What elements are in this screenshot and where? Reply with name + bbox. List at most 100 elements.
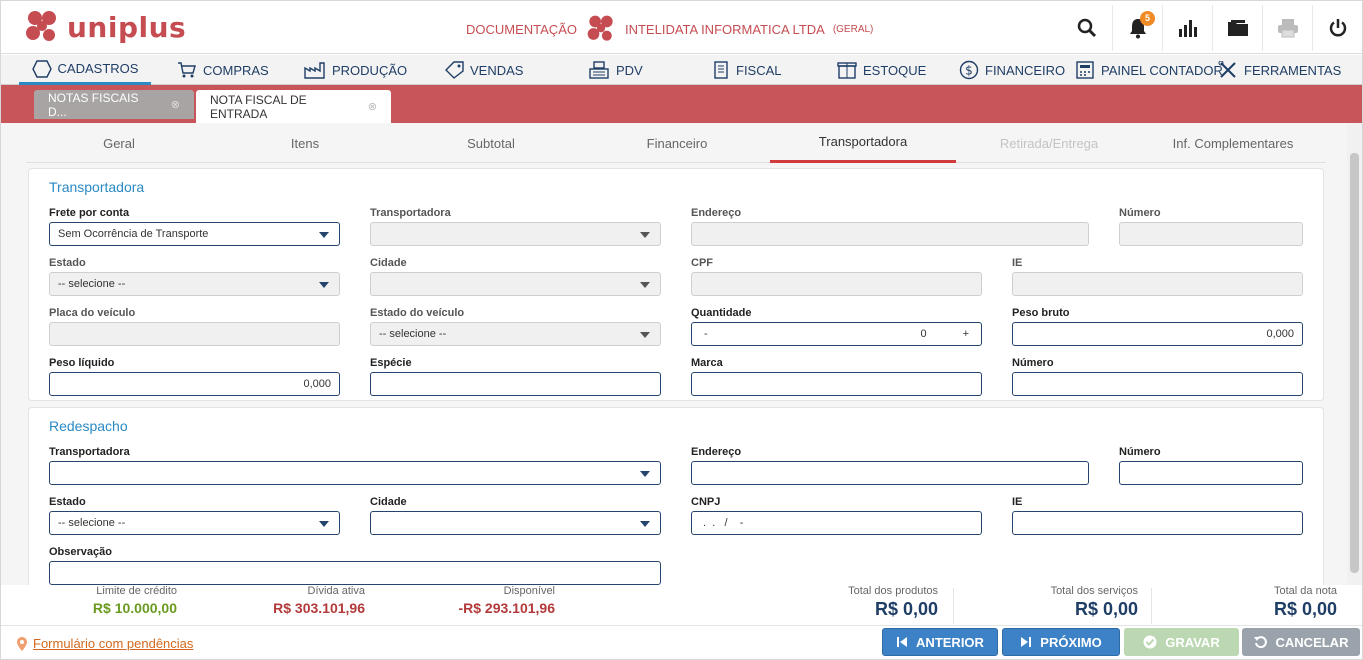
- redespacho-estado-select[interactable]: -- selecione --: [49, 511, 340, 535]
- svg-text:$: $: [965, 64, 973, 78]
- document-icon: [714, 61, 728, 79]
- frete-select[interactable]: Sem Ocorrência de Transporte: [49, 222, 340, 246]
- subtab-inf-complementares[interactable]: Inf. Complementares: [1140, 123, 1326, 163]
- menu-ferramentas[interactable]: FERRAMENTAS: [1218, 55, 1341, 85]
- scrollbar-thumb[interactable]: [1350, 153, 1359, 573]
- tab-notas-fiscais[interactable]: NOTAS FISCAIS D... ⊗: [34, 90, 194, 119]
- anterior-button[interactable]: ANTERIOR: [882, 628, 998, 656]
- logo[interactable]: uniplus: [23, 9, 186, 45]
- numero-field: [1119, 222, 1303, 246]
- pendencias-link[interactable]: Formulário com pendências: [17, 636, 193, 651]
- peso-liquido-input[interactable]: 0,000: [49, 372, 340, 396]
- redespacho-ie-input[interactable]: [1012, 511, 1303, 535]
- observacao-label: Observação: [49, 546, 112, 558]
- total-produtos: Total dos produtos R$ 0,00: [801, 585, 938, 620]
- numero-volumes-input[interactable]: [1012, 372, 1303, 396]
- menu-pdv[interactable]: PDV: [588, 55, 643, 85]
- chevron-down-icon: [319, 282, 329, 288]
- subtab-financeiro[interactable]: Financeiro: [584, 123, 770, 163]
- menu-label: FERRAMENTAS: [1244, 62, 1342, 78]
- document-tab-strip: NOTAS FISCAIS D... ⊗ NOTA FISCAL DE ENTR…: [1, 85, 1362, 123]
- documentation-link[interactable]: DOCUMENTAÇÃO: [466, 22, 577, 37]
- ie-label: IE: [1012, 257, 1023, 269]
- app-window: uniplus DOCUMENTAÇÃO INTELIDATA INFORMAT…: [0, 0, 1363, 660]
- vertical-scrollbar[interactable]: [1347, 123, 1362, 585]
- redespacho-transportadora-select[interactable]: [49, 461, 661, 485]
- notification-badge: 5: [1140, 11, 1155, 26]
- redespacho-numero-input[interactable]: [1119, 461, 1303, 485]
- redespacho-estado-label: Estado: [49, 496, 86, 508]
- redespacho-cidade-select[interactable]: [370, 511, 661, 535]
- menu-label: PDV: [616, 62, 643, 78]
- redespacho-endereco-input[interactable]: [691, 461, 1089, 485]
- print-button[interactable]: [1262, 5, 1312, 51]
- chevron-down-icon: [640, 521, 650, 527]
- tools-icon: [1218, 61, 1236, 78]
- quantidade-label: Quantidade: [691, 307, 752, 319]
- redespacho-numero-label: Número: [1119, 446, 1161, 458]
- menu-vendas[interactable]: VENDAS: [444, 55, 523, 85]
- divider: [953, 588, 954, 624]
- divida-label: Dívida ativa: [307, 585, 365, 597]
- company-name[interactable]: INTELIDATA INFORMATICA LTDA: [625, 22, 825, 37]
- folder-button[interactable]: [1212, 5, 1262, 51]
- chevron-down-icon: [640, 332, 650, 338]
- endereco-field: [691, 222, 1089, 246]
- close-tab-icon[interactable]: ⊗: [171, 98, 180, 111]
- subtab-geral[interactable]: Geral: [26, 123, 212, 163]
- cancelar-button[interactable]: CANCELAR: [1242, 628, 1360, 656]
- pendencias-text: Formulário com pendências: [33, 636, 194, 651]
- estado-value: -- selecione --: [58, 278, 126, 290]
- redespacho-ie-label: IE: [1012, 496, 1023, 508]
- proximo-button[interactable]: PRÓXIMO: [1002, 628, 1120, 656]
- total-nota: Total da nota R$ 0,00: [1201, 585, 1337, 620]
- power-icon: [1329, 19, 1346, 37]
- increment-button[interactable]: +: [963, 328, 969, 340]
- close-tab-icon[interactable]: ⊗: [368, 100, 377, 113]
- total-servicos: Total dos serviços R$ 0,00: [1001, 585, 1138, 620]
- tab-nota-fiscal-entrada[interactable]: NOTA FISCAL DE ENTRADA ⊗: [196, 90, 391, 123]
- proximo-label: PRÓXIMO: [1040, 634, 1102, 650]
- peso-liquido-value: 0,000: [303, 378, 331, 390]
- especie-input[interactable]: [370, 372, 661, 396]
- subtab-itens[interactable]: Itens: [212, 123, 398, 163]
- form-content: Geral Itens Subtotal Financeiro Transpor…: [1, 123, 1347, 585]
- observacao-input[interactable]: [49, 561, 661, 585]
- frete-value: Sem Ocorrência de Transporte: [58, 228, 209, 240]
- cpf-label: CPF: [691, 257, 713, 269]
- cidade-label: Cidade: [370, 257, 407, 269]
- peso-bruto-input[interactable]: 0,000: [1012, 322, 1303, 346]
- marca-input[interactable]: [691, 372, 982, 396]
- gravar-button: GRAVAR: [1124, 628, 1239, 656]
- menu-label: PRODUÇÃO: [332, 62, 408, 78]
- redespacho-cidade-label: Cidade: [370, 496, 407, 508]
- logout-button[interactable]: [1312, 5, 1362, 51]
- box-icon: [837, 62, 857, 79]
- quantidade-value: 0: [920, 328, 927, 340]
- estado-veiculo-label: Estado do veículo: [370, 307, 465, 319]
- notifications-button[interactable]: 5: [1112, 5, 1162, 51]
- company-info: DOCUMENTAÇÃO INTELIDATA INFORMATICA LTDA…: [466, 15, 873, 43]
- menu-painel-contador[interactable]: PAINEL CONTADOR: [1075, 55, 1223, 85]
- menu-financeiro[interactable]: $ FINANCEIRO: [959, 55, 1065, 85]
- anterior-label: ANTERIOR: [916, 634, 984, 650]
- redespacho-cnpj-input[interactable]: . . / -: [691, 511, 982, 535]
- menu-estoque[interactable]: ESTOQUE: [837, 55, 926, 85]
- search-button[interactable]: [1062, 5, 1112, 51]
- menu-producao[interactable]: PRODUÇÃO: [304, 55, 407, 85]
- limite-credito: Limite de crédito R$ 10.000,00: [61, 585, 177, 616]
- nota-value: R$ 0,00: [1273, 599, 1337, 619]
- quantidade-stepper[interactable]: - 0 +: [691, 322, 982, 346]
- chevron-down-icon: [640, 471, 650, 477]
- reports-button[interactable]: [1162, 5, 1212, 51]
- company-scope: (GERAL): [832, 23, 874, 35]
- footer-bar: Formulário com pendências ANTERIOR PRÓXI…: [1, 625, 1362, 659]
- menu-cadastros[interactable]: CADASTROS: [19, 55, 151, 85]
- subtab-subtotal[interactable]: Subtotal: [398, 123, 584, 163]
- disponivel: Disponível -R$ 293.101,96: [431, 585, 555, 616]
- subtab-transportadora[interactable]: Transportadora: [770, 123, 956, 163]
- decrement-button[interactable]: -: [704, 328, 708, 340]
- menu-fiscal[interactable]: FISCAL: [712, 55, 782, 85]
- menu-compras[interactable]: COMPRAS: [177, 55, 269, 85]
- register-icon: [589, 61, 609, 79]
